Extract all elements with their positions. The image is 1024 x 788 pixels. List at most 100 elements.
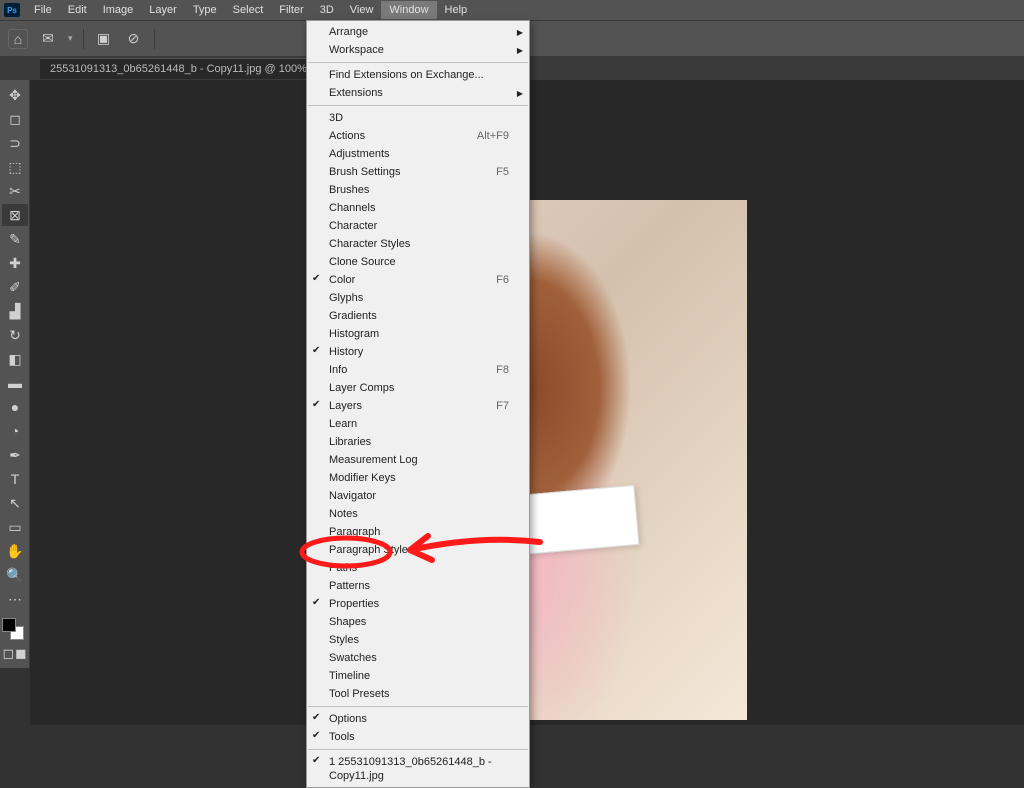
menu-item-label: Color	[329, 273, 355, 287]
eraser-tool-icon[interactable]: ◧	[2, 348, 28, 370]
opt-icon-a[interactable]: ▣	[94, 29, 114, 49]
menu-file[interactable]: File	[26, 1, 60, 19]
submenu-arrow-icon: ▶	[517, 87, 523, 101]
check-icon: ✔	[312, 398, 320, 412]
menu-item-3d[interactable]: 3D	[307, 109, 529, 127]
menu-item-label: Styles	[329, 633, 359, 647]
menu-filter[interactable]: Filter	[271, 1, 311, 19]
menu-separator	[308, 706, 528, 707]
menu-item-notes[interactable]: Notes	[307, 505, 529, 523]
menu-item-1-25531091313-0b65261448-b-copy11-jpg[interactable]: ✔1 25531091313_0b65261448_b - Copy11.jpg	[307, 753, 529, 785]
menu-item-brush-settings[interactable]: Brush SettingsF5	[307, 163, 529, 181]
envelope-icon[interactable]: ✉	[38, 29, 58, 49]
menu-item-brushes[interactable]: Brushes	[307, 181, 529, 199]
pen-tool-icon[interactable]: ✒	[2, 444, 28, 466]
menu-item-channels[interactable]: Channels	[307, 199, 529, 217]
menu-view[interactable]: View	[342, 1, 382, 19]
menu-item-paths[interactable]: Paths	[307, 559, 529, 577]
menu-item-properties[interactable]: ✔Properties	[307, 595, 529, 613]
menu-item-adjustments[interactable]: Adjustments	[307, 145, 529, 163]
menu-item-shapes[interactable]: Shapes	[307, 613, 529, 631]
menu-item-measurement-log[interactable]: Measurement Log	[307, 451, 529, 469]
shape-tool-icon[interactable]: ▭	[2, 516, 28, 538]
crop-tool-icon[interactable]: ✂	[2, 180, 28, 202]
more-icon[interactable]: ⋯	[2, 588, 28, 610]
menu-item-extensions[interactable]: Extensions▶	[307, 84, 529, 102]
submenu-arrow-icon: ▶	[517, 26, 523, 40]
menu-item-arrange[interactable]: Arrange ▶	[307, 23, 529, 41]
dodge-tool-icon[interactable]: ◔	[2, 420, 28, 442]
menu-item-label: Adjustments	[329, 147, 390, 161]
menu-shortcut: Alt+F9	[477, 129, 509, 143]
color-swatches[interactable]	[2, 618, 24, 640]
zoom-tool-icon[interactable]: 🔍	[2, 564, 28, 586]
menu-item-color[interactable]: ✔ColorF6	[307, 271, 529, 289]
hand-tool-icon[interactable]: ✋	[2, 540, 28, 562]
menu-item-label: Channels	[329, 201, 375, 215]
healing-tool-icon[interactable]: ✚	[2, 252, 28, 274]
menu-item-actions[interactable]: ActionsAlt+F9	[307, 127, 529, 145]
lasso-tool-icon[interactable]: ⊃	[2, 132, 28, 154]
check-icon: ✔	[312, 344, 320, 358]
menu-layer[interactable]: Layer	[141, 1, 185, 19]
menu-item-character[interactable]: Character	[307, 217, 529, 235]
marquee-tool-icon[interactable]: ◻	[2, 108, 28, 130]
menu-item-styles[interactable]: Styles	[307, 631, 529, 649]
menu-item-find-extensions-on-exchange[interactable]: Find Extensions on Exchange...	[307, 66, 529, 84]
menu-item-layers[interactable]: ✔LayersF7	[307, 397, 529, 415]
menu-3d[interactable]: 3D	[312, 1, 342, 19]
menu-item-timeline[interactable]: Timeline	[307, 667, 529, 685]
menu-item-label: Navigator	[329, 489, 376, 503]
menu-shortcut: F7	[496, 399, 509, 413]
menu-item-glyphs[interactable]: Glyphs	[307, 289, 529, 307]
menu-item-layer-comps[interactable]: Layer Comps	[307, 379, 529, 397]
eyedropper-tool-icon[interactable]: ✎	[2, 228, 28, 250]
menu-item-libraries[interactable]: Libraries	[307, 433, 529, 451]
menu-item-label: Shapes	[329, 615, 366, 629]
menu-item-modifier-keys[interactable]: Modifier Keys	[307, 469, 529, 487]
menu-item-label: Modifier Keys	[329, 471, 396, 485]
menu-window[interactable]: Window	[381, 1, 436, 19]
menu-item-workspace[interactable]: Workspace▶	[307, 41, 529, 59]
menu-item-character-styles[interactable]: Character Styles	[307, 235, 529, 253]
menu-item-patterns[interactable]: Patterns	[307, 577, 529, 595]
menu-item-label: Arrange	[329, 25, 368, 39]
blur-tool-icon[interactable]: ●	[2, 396, 28, 418]
tools-panel: ✥ ◻ ⊃ ⬚ ✂ ⊠ ✎ ✚ ✐ ▟ ↻ ◧ ▬ ● ◔ ✒ T ↖ ▭ ✋ …	[0, 80, 30, 668]
check-icon: ✔	[312, 596, 320, 610]
menu-item-label: Histogram	[329, 327, 379, 341]
menu-image[interactable]: Image	[95, 1, 142, 19]
menu-item-gradients[interactable]: Gradients	[307, 307, 529, 325]
mask-mode-icon[interactable]: ◻	[2, 642, 15, 664]
opt-icon-b[interactable]: ⊘	[124, 29, 144, 49]
menu-edit[interactable]: Edit	[60, 1, 95, 19]
menu-help[interactable]: Help	[437, 1, 476, 19]
menu-item-tools[interactable]: ✔Tools	[307, 728, 529, 746]
menu-item-paragraph-styles[interactable]: Paragraph Styles	[307, 541, 529, 559]
menu-item-learn[interactable]: Learn	[307, 415, 529, 433]
screen-mode-icon[interactable]: ◼	[15, 642, 28, 664]
brush-tool-icon[interactable]: ✐	[2, 276, 28, 298]
check-icon: ✔	[312, 729, 320, 743]
frame-tool-icon[interactable]: ⊠	[2, 204, 28, 226]
quick-select-tool-icon[interactable]: ⬚	[2, 156, 28, 178]
type-tool-icon[interactable]: T	[2, 468, 28, 490]
menu-select[interactable]: Select	[225, 1, 272, 19]
menu-item-paragraph[interactable]: Paragraph	[307, 523, 529, 541]
menu-item-tool-presets[interactable]: Tool Presets	[307, 685, 529, 703]
gradient-tool-icon[interactable]: ▬	[2, 372, 28, 394]
stamp-tool-icon[interactable]: ▟	[2, 300, 28, 322]
menu-type[interactable]: Type	[185, 1, 225, 19]
menu-item-options[interactable]: ✔Options	[307, 710, 529, 728]
menu-item-histogram[interactable]: Histogram	[307, 325, 529, 343]
menu-item-clone-source[interactable]: Clone Source	[307, 253, 529, 271]
history-brush-tool-icon[interactable]: ↻	[2, 324, 28, 346]
menu-item-info[interactable]: InfoF8	[307, 361, 529, 379]
menu-item-navigator[interactable]: Navigator	[307, 487, 529, 505]
menu-item-swatches[interactable]: Swatches	[307, 649, 529, 667]
home-icon[interactable]: ⌂	[8, 29, 28, 49]
path-tool-icon[interactable]: ↖	[2, 492, 28, 514]
menu-separator	[308, 105, 528, 106]
move-tool-icon[interactable]: ✥	[2, 84, 28, 106]
menu-item-history[interactable]: ✔History	[307, 343, 529, 361]
